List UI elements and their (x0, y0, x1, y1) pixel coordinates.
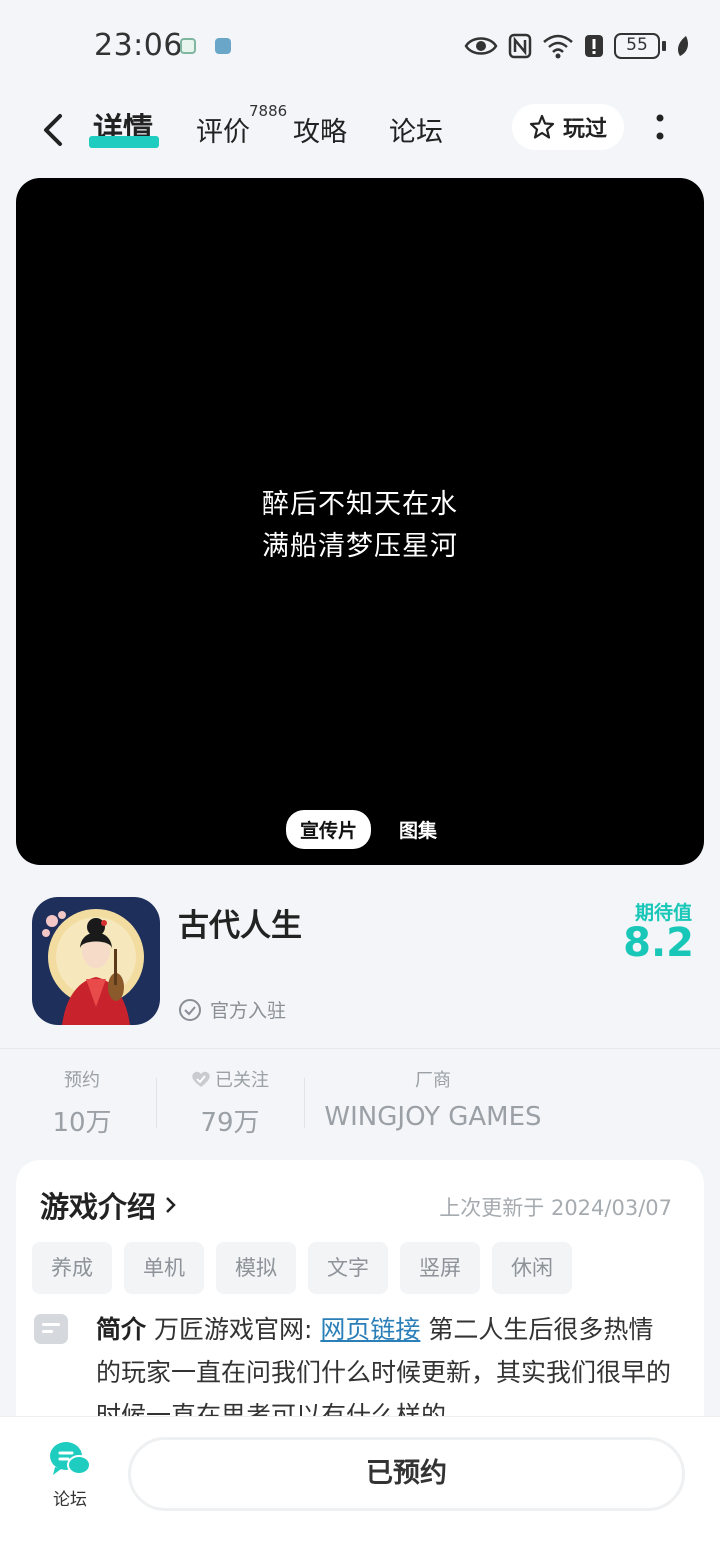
media-tab-gallery[interactable]: 图集 (385, 810, 451, 849)
tag-item[interactable]: 竖屏 (400, 1242, 480, 1294)
game-title: 古代人生 (178, 908, 302, 944)
review-count: 7886 (249, 102, 288, 120)
forum-button[interactable]: 论坛 (40, 1439, 100, 1510)
stat-reserve: 预约 10万 (42, 1066, 122, 1139)
vendor-value: WINGJOY GAMES (324, 1102, 542, 1132)
more-icon[interactable] (646, 108, 674, 148)
tag-item[interactable]: 养成 (32, 1242, 112, 1294)
heart-icon (192, 1071, 210, 1087)
tag-list: 养成 单机 模拟 文字 竖屏 休闲 (32, 1242, 572, 1294)
wifi-icon (543, 34, 573, 59)
app-icon (215, 38, 231, 54)
caption-line1: 醉后不知天在水 (262, 489, 458, 520)
tab-guides[interactable]: 攻略 (293, 110, 347, 149)
reserved-button[interactable]: 已预约 (128, 1437, 685, 1511)
media-tab-video[interactable]: 宣传片 (286, 810, 372, 849)
media-tabs: 宣传片 图集 (286, 810, 451, 849)
star-icon (529, 114, 555, 139)
update-date: 上次更新于 2024/03/07 (439, 1196, 672, 1220)
nfc-icon (508, 33, 532, 59)
back-arrow-icon[interactable] (30, 106, 78, 154)
follow-label: 已关注 (215, 1070, 269, 1091)
forum-chat-icon (50, 1442, 91, 1475)
leaf-icon (678, 36, 688, 56)
eye-icon (464, 37, 498, 55)
divider (0, 1048, 720, 1049)
battery-cap (662, 41, 666, 51)
forum-label: 论坛 (53, 1490, 87, 1510)
tab-forum[interactable]: 论坛 (389, 110, 443, 149)
tag-item[interactable]: 单机 (124, 1242, 204, 1294)
note-icon (34, 1314, 68, 1344)
bottom-bar: 论坛 已预约 (0, 1416, 720, 1560)
chevron-right-icon (166, 1197, 176, 1213)
intro-text-prefix: 万匠游戏官网: (153, 1315, 313, 1344)
tag-item[interactable]: 休闲 (492, 1242, 572, 1294)
official-badge: 官方入驻 (178, 996, 286, 1023)
shield-icon (180, 38, 196, 54)
intro-title: 游戏介绍 (40, 1190, 157, 1224)
tag-item[interactable]: 模拟 (216, 1242, 296, 1294)
intro-title-link[interactable]: 游戏介绍 (40, 1184, 178, 1226)
top-nav: 详情 评价 攻略 论坛 玩过 (0, 96, 720, 166)
intro-web-link[interactable]: 网页链接 (320, 1315, 420, 1344)
played-label: 玩过 (562, 117, 607, 142)
battery-icon: 55 (614, 33, 660, 59)
status-time: 23:06 (94, 28, 183, 63)
stat-follow[interactable]: 已关注 79万 (180, 1066, 280, 1139)
vendor-label: 厂商 (415, 1070, 451, 1091)
official-label: 官方入驻 (210, 1000, 287, 1022)
stat-vendor[interactable]: 厂商 WINGJOY GAMES (318, 1066, 548, 1132)
active-tab-indicator (89, 136, 159, 148)
score-value: 8.2 (623, 920, 694, 966)
follow-label-row: 已关注 (180, 1066, 280, 1092)
stat-separator (304, 1078, 305, 1128)
app-page: 23:06 55 详情 评价 攻略 论坛 玩过 7886 醉后不知天在水 满船清… (0, 0, 720, 1560)
game-icon (32, 897, 160, 1025)
media-player[interactable]: 醉后不知天在水 满船清梦压星河 宣传片 图集 (16, 178, 704, 865)
tag-item[interactable]: 文字 (308, 1242, 388, 1294)
status-bar: 23:06 55 (0, 0, 720, 92)
status-icons: 55 (464, 30, 690, 62)
reserve-label: 预约 (64, 1070, 100, 1091)
reserve-value: 10万 (52, 1108, 112, 1138)
intro-label: 简介 (96, 1315, 147, 1344)
follow-value: 79万 (200, 1108, 260, 1138)
alert-icon (585, 35, 603, 57)
played-button[interactable]: 玩过 (512, 104, 624, 150)
tab-reviews[interactable]: 评价 (196, 110, 250, 149)
caption-line2: 满船清梦压星河 (262, 531, 458, 562)
check-circle-icon (179, 998, 201, 1021)
stat-separator (156, 1078, 157, 1128)
